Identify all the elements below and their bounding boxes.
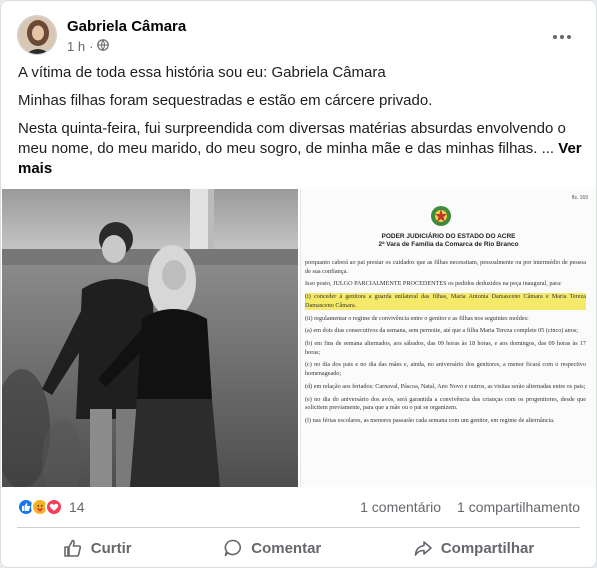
love-reaction-icon [45,498,63,516]
doc-line-highlighted: (i) conceder à genitora a guarda unilate… [305,293,586,311]
avatar[interactable] [17,15,57,55]
share-button-label: Compartilhar [440,539,535,557]
doc-page-number: fls. 169 [571,195,588,201]
share-icon [414,541,432,556]
more-options-button[interactable] [544,19,580,55]
author-name[interactable]: Gabriela Câmara [67,18,186,35]
doc-line: (d) em relação aos feriados: Carnaval, P… [305,382,586,390]
share-count[interactable]: 1 compartilhamento [457,499,580,515]
post-header: Gabriela Câmara 1 h · [17,15,580,59]
doc-body: porquanto caberá ao pai prestar os cuida… [305,259,586,430]
doc-line: (e) no dia do aniversário dos avós, será… [305,395,586,412]
post-paragraph: Nesta quinta-feira, fui surpreendida com… [18,119,582,179]
post-meta: 1 h · [67,39,110,54]
post-paragraph: A vítima de toda essa história sou eu: G… [18,64,386,81]
court-document-image[interactable]: fls. 169 PODER JUDICIÁRIO DO ESTADO DO A… [300,189,596,487]
doc-line: (c) no dia dos pais e no dia das mães e,… [305,361,586,378]
doc-line: (b) em fins de semana alternados, aos sá… [305,340,586,356]
more-icon [553,35,571,39]
doc-line: (ii) regulamentar o regime de convivênci… [305,314,529,322]
like-button[interactable]: Curtir [49,532,146,564]
separator-dot: · [89,39,94,54]
thumbs-up-icon [63,539,81,557]
divider [17,527,580,528]
share-button[interactable]: Compartilhar [399,532,548,564]
reaction-icons [17,498,63,516]
action-bar: Curtir Comentar Compartilhar [17,531,580,565]
post-paragraph: Minhas filhas foram sequestradas e estão… [18,92,433,109]
globe-icon [97,39,110,54]
reaction-count[interactable]: 14 [69,499,85,515]
post-text: A vítima de toda essa história sou eu: G… [18,63,582,187]
reactions-summary[interactable]: 14 [17,498,85,516]
coat-of-arms-icon [431,206,451,226]
post-media[interactable]: fls. 169 PODER JUDICIÁRIO DO ESTADO DO A… [2,189,596,487]
doc-line: (f) nas férias escolares, as menores pas… [305,417,555,424]
post-paragraph-text: Nesta quinta-feira, fui surpreendida com… [18,120,566,157]
comment-icon [224,539,242,557]
doc-line: Isso posto, JULGO PARCIALMENTE PROCEDENT… [305,280,562,288]
couple-photo[interactable] [2,189,298,487]
like-button-label: Curtir [90,539,132,557]
doc-header-vara: 2ª Vara de Família da Comarca de Rio Bra… [378,241,519,248]
doc-line: (a) em dois dias consecutivos da semana,… [305,327,578,335]
comment-count[interactable]: 1 comentário [360,499,441,515]
post-time[interactable]: 1 h [67,39,85,54]
engagement-counts: 1 comentário 1 compartilhamento [360,499,580,515]
comment-button[interactable]: Comentar [209,532,335,564]
post-card: Gabriela Câmara 1 h · A vítima de toda e… [0,0,597,568]
post-stats: 14 1 comentário 1 compartilhamento [17,493,580,521]
comment-button-label: Comentar [251,539,322,557]
doc-header-court: PODER JUDICIÁRIO DO ESTADO DO ACRE [381,233,516,240]
doc-line: porquanto caberá ao pai prestar os cuida… [305,259,586,275]
